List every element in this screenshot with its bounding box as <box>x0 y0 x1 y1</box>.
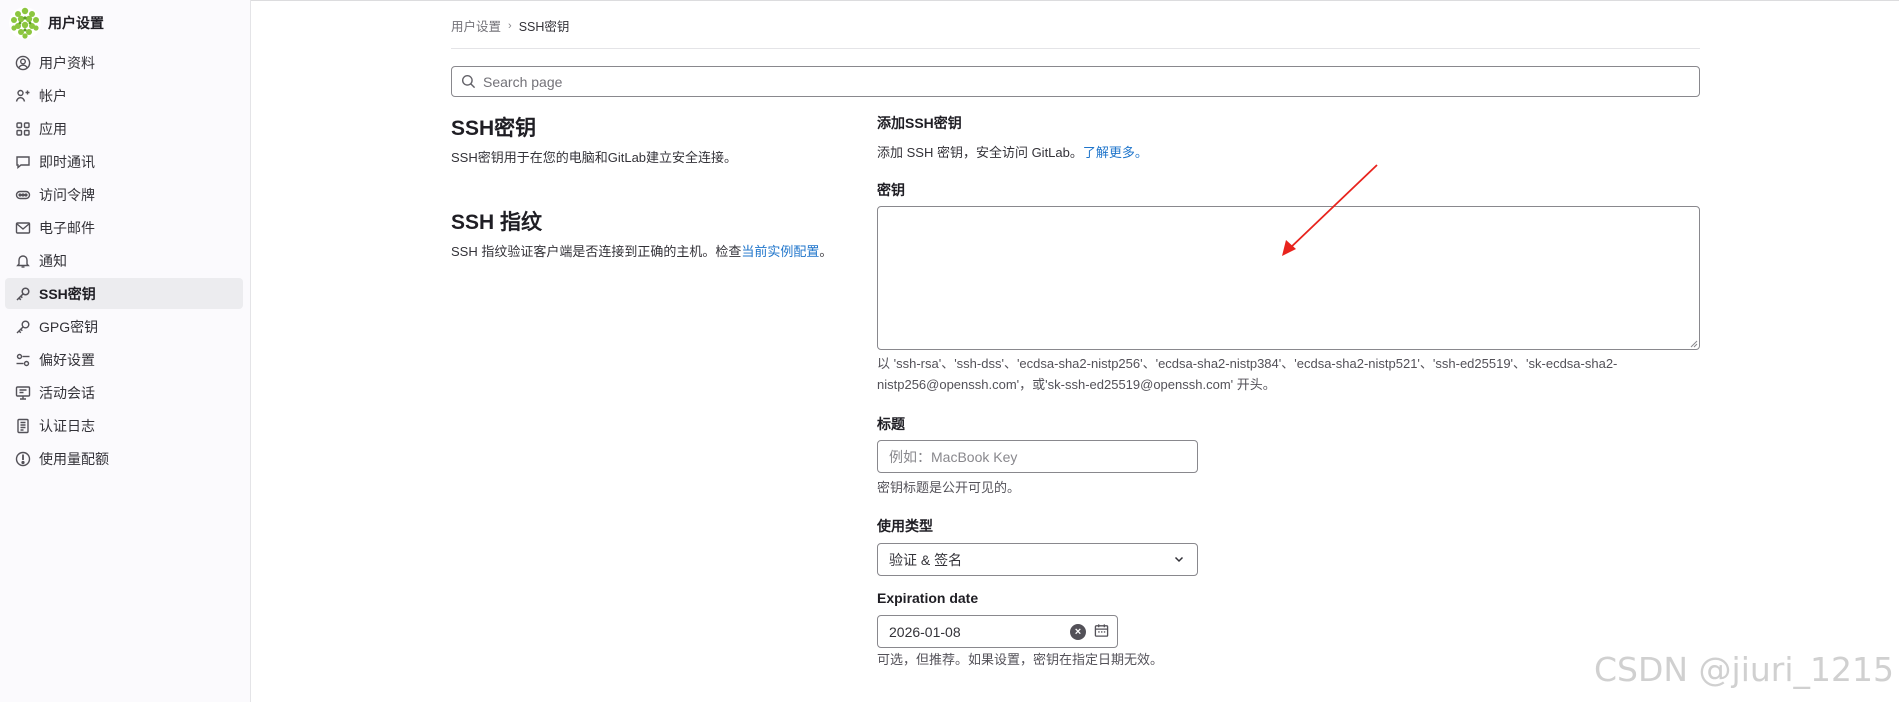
sidebar-item-label: 通知 <box>39 252 67 269</box>
resize-handle-icon[interactable] <box>1690 340 1698 348</box>
log-icon <box>15 418 31 434</box>
add-key-heading-block: 添加SSH密钥 添加 SSH 密钥，安全访问 GitLab。了解更多。 <box>877 113 1700 163</box>
quota-icon <box>15 451 31 467</box>
sidebar-item-label: 偏好设置 <box>39 351 95 368</box>
clear-date-icon[interactable]: × <box>1070 624 1086 640</box>
key-help-text: 以 'ssh-rsa'、'ssh-dss'、'ecdsa-sha2-nistp2… <box>877 356 1618 392</box>
token-icon <box>15 187 31 203</box>
title-placeholder: 例如：MacBook Key <box>889 448 1018 465</box>
sidebar-item-label: 帐户 <box>39 87 67 104</box>
sidebar-item-label: 电子邮件 <box>39 219 95 236</box>
sidebar-item-label: 活动会话 <box>39 384 95 401</box>
sidebar-item-label: 认证日志 <box>39 417 95 434</box>
sidebar-nav: 用户资料 帐户 应用 即时通讯 访问令牌 电子邮件 通知 SSH密钥 GPG密钥… <box>5 47 243 476</box>
watermark: CSDN @jiuri_1215 <box>1593 650 1894 689</box>
top-border <box>0 0 1899 1</box>
key-icon <box>15 286 31 302</box>
bell-icon <box>15 253 31 269</box>
title-input[interactable]: 例如：MacBook Key <box>877 440 1198 473</box>
sidebar-item-ssh-keys[interactable]: SSH密钥 <box>5 278 243 309</box>
chevron-down-icon <box>1174 556 1184 563</box>
sidebar-item-label: 访问令牌 <box>39 186 95 203</box>
ssh-fingerprint-intro: SSH 指纹 SSH 指纹验证客户端是否连接到正确的主机。检查当前实例配置。 <box>451 206 851 262</box>
search-icon <box>461 74 476 89</box>
sidebar-item-auth-log[interactable]: 认证日志 <box>5 410 243 441</box>
expiration-help-text: 可选，但推荐。如果设置，密钥在指定日期无效。 <box>877 652 1164 667</box>
ssh-fingerprint-title: SSH 指纹 <box>451 211 543 234</box>
sidebar-item-label: 即时通讯 <box>39 153 95 170</box>
sidebar-item-preferences[interactable]: 偏好设置 <box>5 344 243 375</box>
settings-sidebar: 用户设置 用户资料 帐户 应用 即时通讯 访问令牌 电子邮件 通知 SSH密钥 … <box>0 0 251 702</box>
sidebar-item-label: GPG密钥 <box>39 318 99 335</box>
account-icon <box>15 88 31 104</box>
sidebar-item-label: 应用 <box>39 120 67 137</box>
monitor-icon <box>15 385 31 401</box>
search-page-box[interactable] <box>451 66 1700 97</box>
sidebar-item-label: 用户资料 <box>39 54 95 71</box>
sidebar-header[interactable]: 用户设置 <box>9 7 104 39</box>
user-circle-icon <box>15 55 31 71</box>
sidebar-item-chat[interactable]: 即时通讯 <box>5 146 243 177</box>
sidebar-title: 用户设置 <box>48 15 104 31</box>
sidebar-item-active-sessions[interactable]: 活动会话 <box>5 377 243 408</box>
breadcrumb-current[interactable]: SSH密钥 <box>519 16 570 35</box>
sidebar-item-usage-quotas[interactable]: 使用量配额 <box>5 443 243 474</box>
usage-label-block: 使用类型 <box>877 516 1700 536</box>
fingerprint-desc-text: SSH 指纹验证客户端是否连接到正确的主机。检查 <box>451 244 742 259</box>
expiration-label-block: Expiration date <box>877 590 1700 606</box>
sidebar-item-access-tokens[interactable]: 访问令牌 <box>5 179 243 210</box>
breadcrumb-parent[interactable]: 用户设置 <box>451 16 501 35</box>
applications-icon <box>15 121 31 137</box>
sidebar-item-profile[interactable]: 用户资料 <box>5 47 243 78</box>
chat-icon <box>15 154 31 170</box>
annotation-arrow <box>1282 164 1378 256</box>
calendar-icon[interactable] <box>1094 623 1109 641</box>
expiration-date-label: Expiration date <box>877 590 979 606</box>
ssh-keys-title: SSH密钥 <box>451 117 537 140</box>
title-label: 标题 <box>877 416 905 432</box>
ssh-keys-intro: SSH密钥 SSH密钥用于在您的电脑和GitLab建立安全连接。 <box>451 112 851 168</box>
usage-type-label: 使用类型 <box>877 518 933 534</box>
sidebar-item-label: 使用量配额 <box>39 450 109 467</box>
sidebar-item-account[interactable]: 帐户 <box>5 80 243 111</box>
instance-config-link[interactable]: 当前实例配置 <box>741 244 819 259</box>
learn-more-link[interactable]: 了解更多。 <box>1083 145 1148 160</box>
user-avatar[interactable] <box>9 7 41 39</box>
usage-type-select[interactable]: 验证 & 签名 <box>877 543 1198 576</box>
expiration-date-input[interactable]: 2026-01-08 × <box>877 615 1118 648</box>
add-key-heading: 添加SSH密钥 <box>877 115 962 131</box>
sidebar-item-label: SSH密钥 <box>39 285 96 302</box>
ssh-keys-description: SSH密钥用于在您的电脑和GitLab建立安全连接。 <box>451 150 738 165</box>
preferences-icon <box>15 352 31 368</box>
sidebar-item-emails[interactable]: 电子邮件 <box>5 212 243 243</box>
sidebar-item-gpg-keys[interactable]: GPG密钥 <box>5 311 243 342</box>
title-label-block: 标题 <box>877 414 1700 434</box>
breadcrumb: 用户设置 › SSH密钥 <box>451 16 569 35</box>
expiration-date-value: 2026-01-08 <box>889 623 961 640</box>
breadcrumb-divider <box>451 48 1700 49</box>
ssh-fingerprint-description: SSH 指纹验证客户端是否连接到正确的主机。检查当前实例配置。 <box>451 242 851 262</box>
add-key-intro-text: 添加 SSH 密钥，安全访问 GitLab。 <box>877 145 1083 160</box>
title-help-text: 密钥标题是公开可见的。 <box>877 480 1021 495</box>
chevron-right-icon: › <box>508 19 512 32</box>
fingerprint-desc-suffix: 。 <box>819 244 833 259</box>
usage-type-value: 验证 & 签名 <box>889 551 963 568</box>
sidebar-item-applications[interactable]: 应用 <box>5 113 243 144</box>
search-input[interactable] <box>483 73 1673 90</box>
mail-icon <box>15 220 31 236</box>
sidebar-item-notifications[interactable]: 通知 <box>5 245 243 276</box>
key-icon <box>15 319 31 335</box>
